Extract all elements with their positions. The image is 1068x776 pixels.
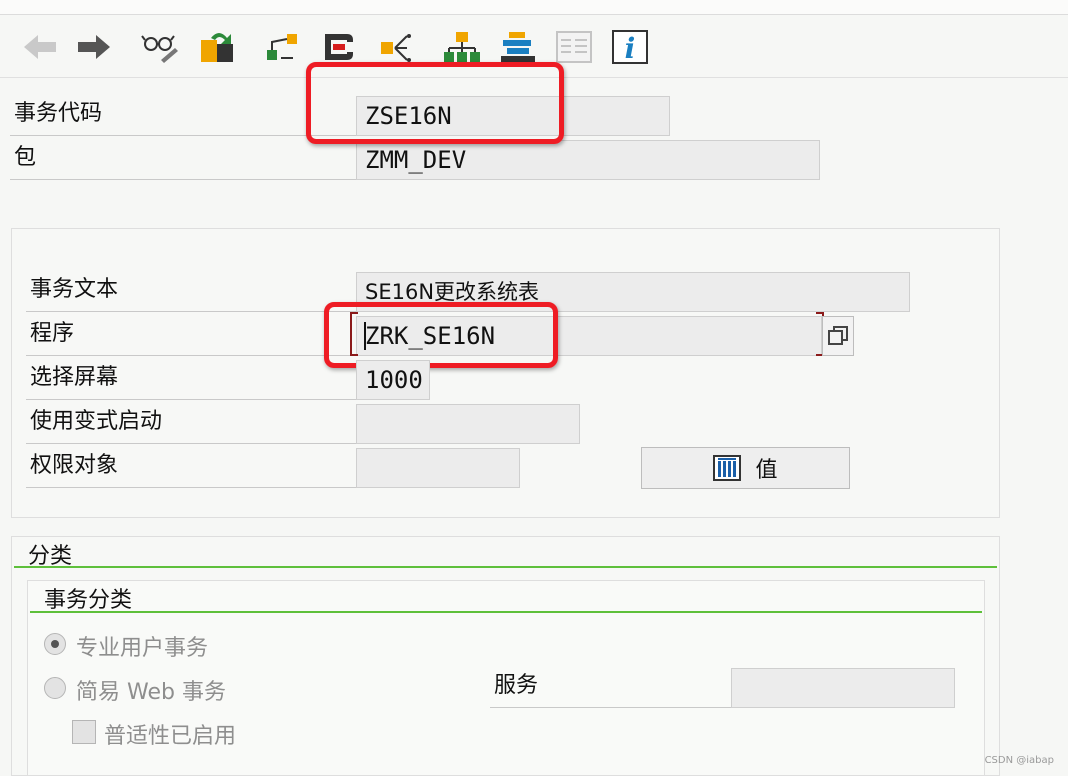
selection-screen-label: 选择屏幕: [26, 356, 356, 400]
display-glasses-icon[interactable]: [140, 29, 180, 65]
transaction-classification-title: 事务分类: [44, 588, 133, 613]
copy-window-icon: [828, 326, 848, 345]
selection-screen-field[interactable]: 1000: [356, 360, 430, 400]
transaction-code-label: 事务代码: [10, 92, 356, 136]
authorization-object-label: 权限对象: [26, 444, 356, 488]
info-icon[interactable]: i: [610, 29, 650, 65]
program-label: 程序: [26, 312, 356, 356]
hierarchy-transport-icon[interactable]: [262, 29, 302, 65]
values-button-label: 值: [755, 458, 778, 483]
professional-user-radio[interactable]: [44, 633, 66, 655]
back-arrow-icon[interactable]: [20, 29, 60, 65]
easy-web-label: 简易 Web 事务: [76, 680, 226, 705]
window-top-edge: [0, 0, 1068, 15]
forward-arrow-icon[interactable]: [74, 29, 114, 65]
transaction-text-label: 事务文本: [26, 268, 356, 312]
easy-web-radio[interactable]: [44, 677, 66, 699]
package-label: 包: [10, 136, 356, 180]
text-cursor: [364, 322, 366, 350]
transaction-classification-divider: [30, 611, 982, 613]
classification-divider: [14, 566, 997, 568]
professional-user-label: 专业用户事务: [76, 636, 209, 661]
where-used-icon[interactable]: [318, 29, 358, 65]
values-button[interactable]: 值: [641, 447, 850, 489]
object-list-icon[interactable]: [376, 29, 416, 65]
pervasive-enabled-label: 普适性已启用: [104, 724, 237, 749]
document-list-icon[interactable]: [554, 29, 594, 65]
application-toolbar: i: [0, 15, 1068, 78]
service-label: 服务: [490, 664, 732, 708]
svg-text:i: i: [625, 32, 636, 65]
transaction-text-field[interactable]: SE16N更改系统表: [356, 272, 910, 312]
start-with-variant-label: 使用变式启动: [26, 400, 356, 444]
watermark-text: CSDN @iabap: [984, 755, 1054, 766]
value-help-button[interactable]: [822, 316, 854, 356]
start-with-variant-field[interactable]: [356, 404, 580, 444]
package-field[interactable]: ZMM_DEV: [356, 140, 820, 180]
service-field[interactable]: [731, 668, 955, 708]
table-values-icon: [713, 455, 742, 481]
change-object-icon[interactable]: [196, 29, 236, 65]
transaction-code-field[interactable]: ZSE16N: [356, 96, 670, 136]
pervasive-enabled-checkbox[interactable]: [72, 720, 96, 744]
tree-org-icon[interactable]: [442, 29, 482, 65]
focus-bracket-left: [350, 312, 358, 356]
program-field[interactable]: ZRK_SE16N: [356, 316, 822, 356]
authorization-object-field[interactable]: [356, 448, 520, 488]
stack-icon[interactable]: [498, 29, 538, 65]
